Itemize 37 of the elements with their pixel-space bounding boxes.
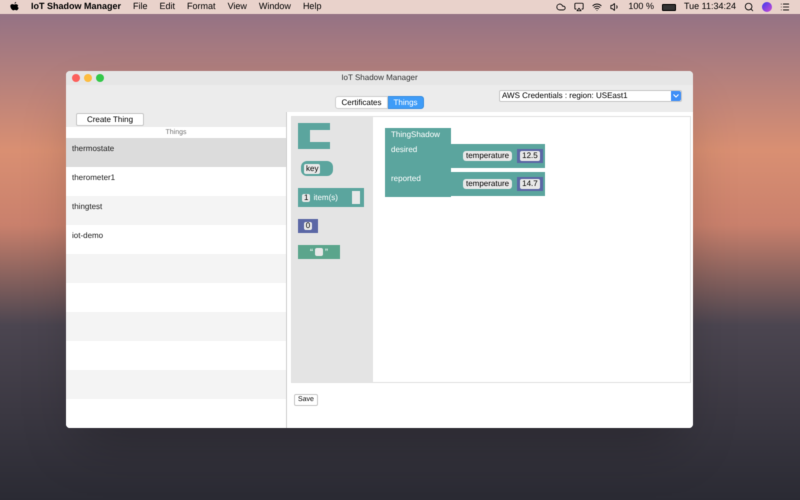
key-block[interactable]: key bbox=[301, 161, 333, 176]
app-menu[interactable]: IoT Shadow Manager bbox=[31, 0, 122, 14]
credentials-dropdown[interactable]: AWS Credentials : region: USEast1 bbox=[499, 90, 682, 102]
number-block[interactable]: 12.5 bbox=[517, 149, 543, 163]
search-icon[interactable] bbox=[744, 2, 754, 12]
block-title: ThingShadow bbox=[391, 129, 441, 141]
field-label: desired bbox=[391, 144, 418, 156]
menu-item[interactable]: File bbox=[133, 0, 148, 14]
window-title: IoT Shadow Manager bbox=[341, 72, 418, 84]
apple-icon[interactable] bbox=[10, 2, 19, 12]
create-thing-button[interactable]: Create Thing bbox=[76, 113, 144, 126]
clock[interactable]: Tue 11:34:24 bbox=[684, 0, 736, 14]
wifi-icon[interactable] bbox=[592, 2, 602, 12]
thing-list-item[interactable]: thermostate bbox=[66, 138, 286, 167]
number-block[interactable]: 14.7 bbox=[517, 177, 543, 191]
chevron-icon bbox=[671, 91, 681, 101]
pair-block[interactable]: temperature 14.7 bbox=[451, 172, 545, 196]
pair-block[interactable]: temperature 12.5 bbox=[451, 144, 545, 168]
menu-item[interactable]: Format bbox=[187, 0, 216, 14]
battery-icon[interactable] bbox=[662, 4, 676, 10]
menu-item[interactable]: Edit bbox=[160, 0, 176, 14]
key-label: temperature bbox=[463, 179, 512, 189]
cloud-icon[interactable] bbox=[556, 2, 566, 12]
airplay-icon[interactable] bbox=[574, 2, 584, 12]
battery-percentage[interactable]: 100 % bbox=[628, 0, 654, 14]
field-label: reported bbox=[391, 173, 422, 185]
menu-item[interactable]: Help bbox=[302, 0, 322, 14]
number-block[interactable]: 0 bbox=[298, 219, 318, 233]
list-block[interactable]: 1 item(s) bbox=[298, 188, 364, 207]
block-workspace[interactable]: key 1 item(s) 0 “ ” ThingShadow desired reported temperature 12.5 temperature 14.7 bbox=[291, 116, 691, 383]
key-label: temperature bbox=[463, 151, 512, 161]
menu-item[interactable]: View bbox=[228, 0, 247, 14]
list-icon[interactable] bbox=[780, 2, 790, 12]
thing-list-item[interactable]: thingtest bbox=[66, 196, 286, 225]
volume-icon[interactable] bbox=[610, 2, 620, 12]
menu-item[interactable]: Window bbox=[258, 0, 291, 14]
tab[interactable]: Certificates bbox=[335, 96, 388, 109]
